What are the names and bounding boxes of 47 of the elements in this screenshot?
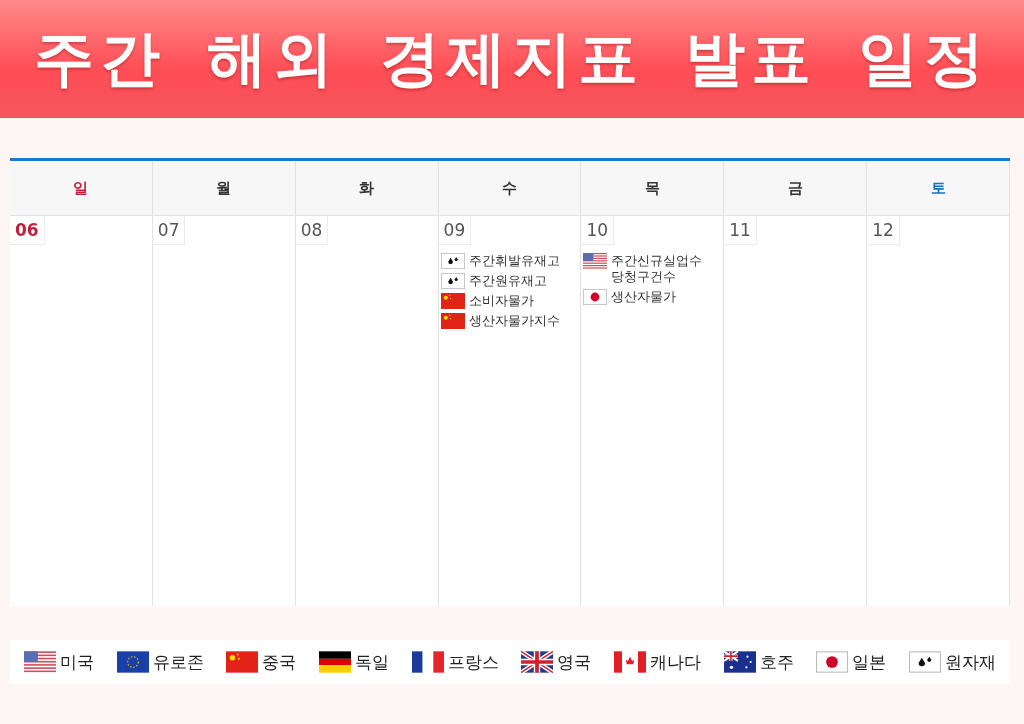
event-label[interactable]: 주간원유재고 — [468, 273, 565, 289]
event-label[interactable]: 생산자물가지수 — [468, 313, 565, 329]
flag-icon — [816, 651, 849, 673]
weekday-label: 금 — [787, 178, 803, 198]
flag-icon — [318, 651, 351, 673]
flag-icon — [723, 651, 756, 673]
weekday-label: 화 — [359, 178, 375, 198]
oil-drops-icon — [440, 273, 465, 289]
legend-label: 캐나다 — [649, 650, 701, 674]
weekday-label: 일 — [73, 178, 89, 198]
flag-icon — [411, 651, 444, 673]
oil-drops-icon — [440, 253, 465, 269]
event-label[interactable]: 소비자물가 — [468, 293, 565, 309]
event-label[interactable]: 주간휘발유재고 — [468, 253, 565, 269]
legend-label: 프랑스 — [447, 650, 499, 674]
flag-icon — [440, 293, 465, 309]
flag-icon — [226, 651, 259, 673]
weekday-label: 목 — [644, 178, 660, 198]
flag-icon — [24, 651, 56, 673]
date-number: 12 — [867, 216, 900, 245]
weekday-label: 월 — [216, 178, 232, 198]
legend-label: 독일 — [354, 650, 389, 674]
flag-icon — [583, 289, 608, 305]
flag-icon — [583, 253, 608, 269]
legend-label: 유로존 — [152, 650, 204, 674]
legend-label: 원자재 — [944, 650, 996, 674]
weekday-label: 토 — [930, 178, 946, 198]
legend-label: 영국 — [557, 650, 592, 674]
date-number: 10 — [581, 216, 615, 245]
flag-icon — [440, 313, 465, 329]
flag-icon — [613, 651, 646, 673]
date-number: 07 — [152, 216, 186, 245]
page-title: 주간 해외 경제지표 발표 일정 — [34, 21, 990, 95]
weekday-label: 수 — [502, 178, 517, 198]
event-label[interactable]: 주간신규실업수 당청구건수 — [611, 253, 708, 285]
legend-label: 중국 — [262, 650, 297, 674]
legend-label: 미국 — [60, 650, 94, 674]
event-label[interactable]: 생산자물가 — [611, 289, 708, 305]
date-number: 08 — [295, 216, 329, 245]
date-number: 09 — [438, 216, 472, 245]
flag-icon — [521, 651, 554, 673]
legend-label: 일본 — [852, 650, 887, 674]
oil-drops-icon — [908, 651, 941, 673]
legend-label: 호주 — [759, 650, 794, 674]
date-number: 06 — [10, 216, 45, 245]
flag-icon — [116, 651, 149, 673]
date-number: 11 — [724, 216, 757, 245]
